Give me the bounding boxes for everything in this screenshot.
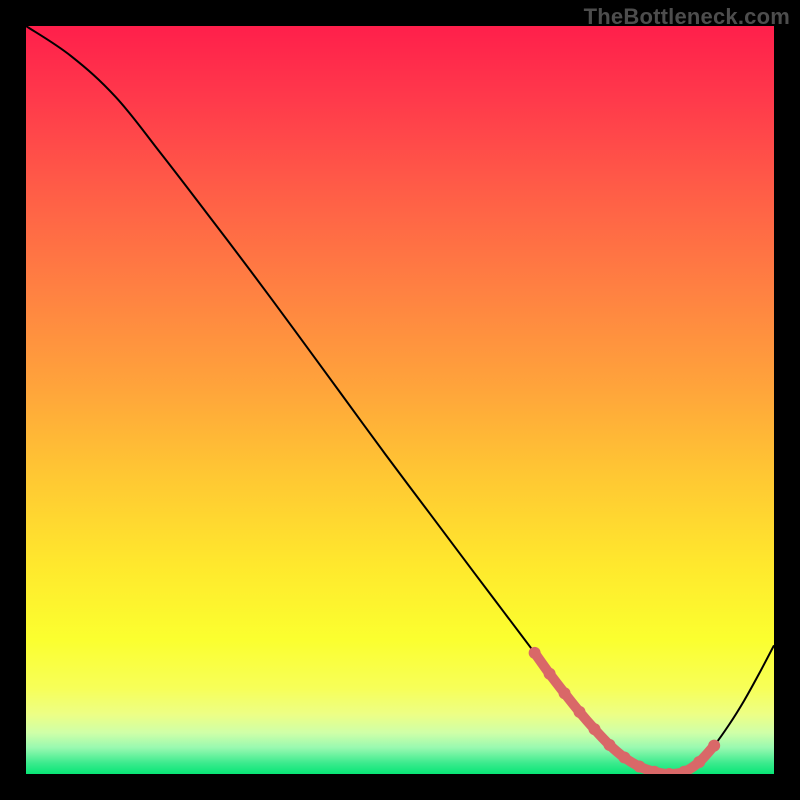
highlight-dot [574,706,586,718]
watermark-text: TheBottleneck.com [584,4,790,30]
highlight-dot [588,723,600,735]
highlight-dot [618,752,630,764]
stage: TheBottleneck.com [0,0,800,800]
highlight-dot [603,739,615,751]
highlight-dot [529,647,541,659]
chart-plot-area [26,26,774,774]
highlight-dot [693,756,705,768]
chart-svg [26,26,774,774]
highlight-dot [633,761,645,773]
highlight-dot [559,687,571,699]
gradient-background [26,26,774,774]
highlight-dot [708,740,720,752]
highlight-dot [544,668,556,680]
